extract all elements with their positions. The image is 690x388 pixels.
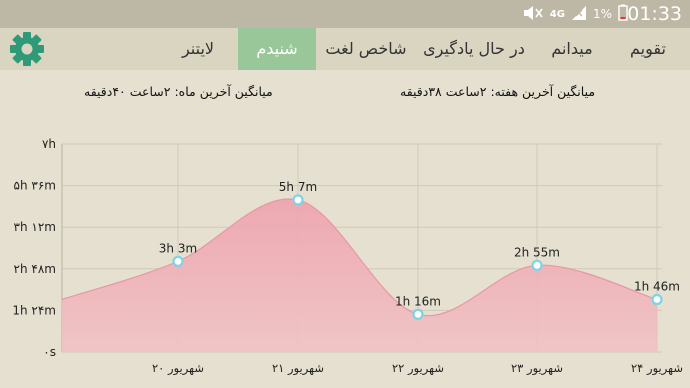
clock: 01:33 [627, 3, 682, 25]
tab-learning[interactable]: در حال یادگیری [416, 28, 532, 70]
signal-icon [571, 5, 587, 24]
tab-word-index[interactable]: شاخص لغت [318, 28, 414, 70]
y-tick-label: 1h ۲۴m [12, 303, 56, 317]
y-tick-label: ۵h ۳۶m [14, 179, 56, 193]
data-point[interactable] [651, 293, 663, 306]
x-tick-label: ۲۱ شهریور [272, 361, 324, 376]
data-point[interactable] [172, 255, 184, 267]
listening-chart: ۰s 1h ۲۴m ۲h ۴۸m ۳h ۱۲m ۵h ۳۶m ۷h ۲۰ شهریور ۲۱ … [12, 137, 683, 376]
battery-level: 1% [592, 7, 612, 21]
data-point[interactable] [292, 194, 304, 206]
data-label: 1h 46m [634, 280, 680, 294]
tab-heard[interactable]: شنیدم [238, 28, 316, 70]
x-tick-label: ۲۰ شهریور [152, 361, 204, 376]
data-label: 3h 3m [159, 241, 197, 255]
status-bar: 4G 1% 01:33 [0, 0, 690, 28]
mute-icon [522, 5, 544, 24]
area-fill [62, 198, 657, 352]
data-label: 2h 55m [514, 245, 560, 259]
network-type: 4G [549, 8, 565, 20]
data-point[interactable] [531, 259, 543, 271]
x-tick-label: ۲۳ شهریور [511, 361, 563, 376]
data-point[interactable] [412, 308, 424, 320]
tab-known[interactable]: میدانم [534, 28, 610, 70]
y-tick-label: ۷h [42, 137, 56, 151]
y-tick-label: ۲h ۴۸m [14, 262, 56, 276]
gear-icon[interactable] [8, 31, 46, 67]
y-tick-label: ۳h ۱۲m [14, 220, 56, 234]
data-label: 5h 7m [279, 180, 317, 194]
week-average: میانگین آخرین هفته: ۲ساعت ۳۸دقیقه [400, 84, 596, 99]
status-icons: 4G 1% [522, 4, 628, 24]
tab-leitner[interactable]: لایتنر [160, 28, 236, 70]
data-label: 1h 16m [395, 294, 441, 308]
tab-bar: لایتنر شنیدم شاخص لغت در حال یادگیری مید… [0, 28, 690, 70]
y-tick-label: ۰s [43, 345, 56, 359]
x-tick-label: ۲۲ شهریور [392, 361, 444, 376]
tab-calendar[interactable]: تقویم [614, 28, 682, 70]
x-tick-label: ۲۴ شهریور [631, 361, 683, 376]
month-average: میانگین آخرین ماه: ۲ساعت ۴۰دقیقه [84, 84, 273, 99]
